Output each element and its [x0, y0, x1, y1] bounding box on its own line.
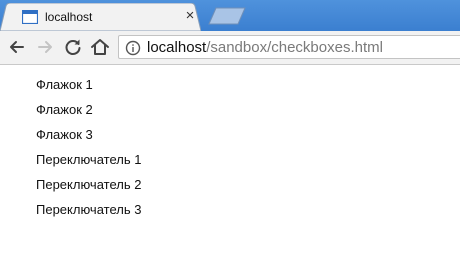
checkbox-label-1: Флажок 1 — [36, 77, 93, 92]
info-icon[interactable] — [125, 40, 141, 56]
close-tab-icon[interactable]: × — [182, 8, 198, 24]
url-text: localhost/sandbox/checkboxes.html — [147, 39, 383, 56]
reload-icon[interactable] — [62, 36, 84, 58]
page-icon — [21, 9, 39, 25]
radio-label-2: Переключатель 2 — [36, 177, 142, 192]
tab-title: localhost — [45, 10, 93, 24]
radio-label-1: Переключатель 1 — [36, 152, 142, 167]
address-bar[interactable]: localhost/sandbox/checkboxes.html — [118, 35, 460, 59]
new-tab-button[interactable] — [208, 7, 246, 25]
browser-window: localhost × localhost/sandbox/checkboxes… — [0, 0, 460, 260]
url-path: /sandbox/checkboxes.html — [206, 39, 383, 56]
page-content: Флажок 1 Флажок 2 Флажок 3 Переключатель… — [0, 65, 460, 260]
tab-strip: localhost × — [0, 0, 460, 31]
tab-localhost[interactable]: localhost × — [0, 3, 201, 31]
radio-label-3: Переключатель 3 — [36, 202, 142, 217]
browser-toolbar: localhost/sandbox/checkboxes.html — [0, 31, 460, 65]
url-host: localhost — [147, 39, 207, 56]
checkbox-label-3: Флажок 3 — [36, 127, 93, 142]
arrow-right-icon[interactable] — [34, 36, 56, 58]
home-icon[interactable] — [89, 36, 111, 58]
checkbox-label-2: Флажок 2 — [36, 102, 93, 117]
arrow-left-icon[interactable] — [6, 36, 28, 58]
